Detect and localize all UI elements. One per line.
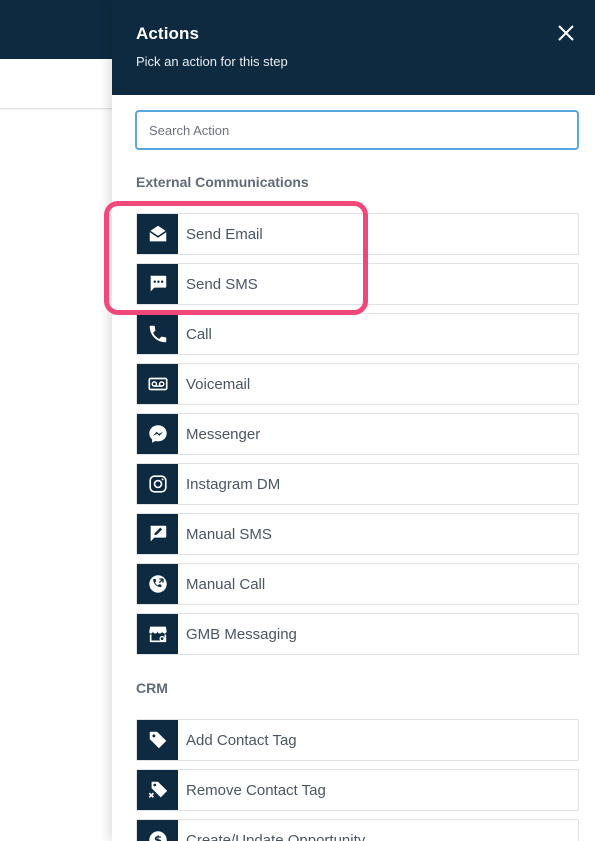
action-voicemail[interactable]: Voicemail — [136, 363, 579, 405]
action-label: GMB Messaging — [186, 625, 297, 643]
instagram-icon — [148, 475, 167, 493]
action-call[interactable]: Call — [136, 313, 579, 355]
action-send-email[interactable]: Send Email — [136, 213, 579, 255]
tag-icon — [149, 731, 166, 749]
search-box — [135, 110, 579, 150]
action-add-contact-tag[interactable]: Add Contact Tag — [136, 719, 579, 761]
phone-callback-icon — [148, 575, 167, 593]
close-icon — [558, 25, 574, 41]
voicemail-icon — [147, 377, 168, 391]
action-label: Manual SMS — [186, 525, 272, 543]
action-manual-call[interactable]: Manual Call — [136, 563, 579, 605]
action-send-sms[interactable]: Send SMS — [136, 263, 579, 305]
sms-bubble-icon — [150, 275, 166, 292]
drawer-subtitle: Pick an action for this step — [136, 54, 288, 69]
action-manual-sms[interactable]: Manual SMS — [136, 513, 579, 555]
messenger-icon — [148, 425, 167, 443]
action-label: Send SMS — [186, 275, 258, 293]
section-heading-crm: CRM — [136, 680, 168, 696]
action-instagram-dm[interactable]: Instagram DM — [136, 463, 579, 505]
action-label: Manual Call — [186, 575, 266, 593]
action-create-update-opportunity[interactable]: $ Create/Update Opportunity — [136, 819, 579, 841]
workflow-canvas — [0, 110, 112, 841]
drawer-title: Actions — [136, 24, 200, 43]
close-button[interactable] — [555, 22, 577, 44]
action-label: Messenger — [186, 425, 261, 443]
tag-remove-icon — [148, 781, 167, 798]
app-toolbar — [0, 59, 112, 109]
phone-icon — [149, 325, 166, 343]
actions-drawer: Actions Pick an action for this step Ext… — [112, 0, 595, 841]
action-messenger[interactable]: Messenger — [136, 413, 579, 455]
action-remove-contact-tag[interactable]: Remove Contact Tag — [136, 769, 579, 811]
email-open-icon — [148, 225, 167, 242]
action-label: Call — [186, 325, 212, 343]
drawer-header: Actions Pick an action for this step — [112, 0, 595, 95]
action-label: Instagram DM — [186, 475, 281, 493]
search-action-input[interactable] — [135, 110, 579, 150]
storefront-icon — [148, 626, 167, 643]
action-label: Send Email — [186, 225, 263, 243]
action-label: Add Contact Tag — [186, 731, 297, 749]
svg-text:$: $ — [153, 833, 161, 841]
dollar-icon: $ — [148, 831, 167, 841]
action-label: Create/Update Opportunity — [186, 831, 366, 841]
section-heading-external-communications: External Communications — [136, 174, 309, 190]
action-gmb-messaging[interactable]: GMB Messaging — [136, 613, 579, 655]
action-label: Remove Contact Tag — [186, 781, 326, 799]
edit-message-icon — [150, 525, 166, 542]
action-label: Voicemail — [186, 375, 251, 393]
